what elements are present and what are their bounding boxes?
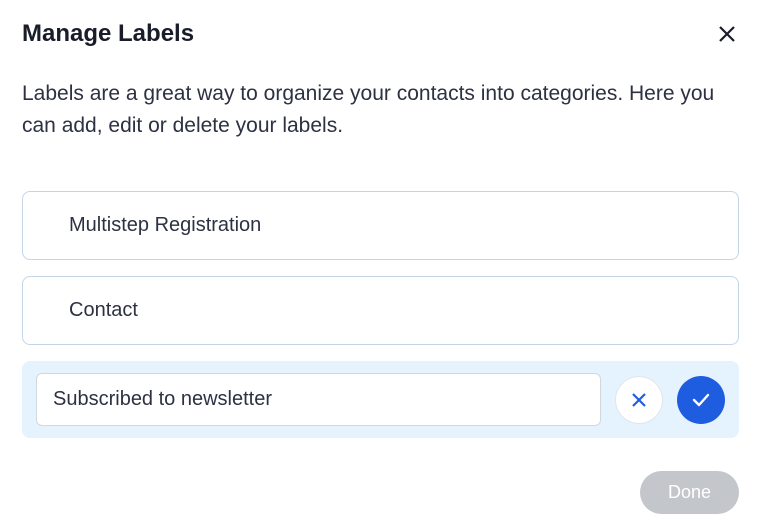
label-item[interactable]: Contact bbox=[22, 276, 739, 345]
cancel-edit-button[interactable] bbox=[615, 376, 663, 424]
labels-list: Multistep Registration Contact bbox=[22, 191, 739, 438]
done-button[interactable]: Done bbox=[640, 471, 739, 514]
x-icon bbox=[630, 391, 648, 409]
confirm-edit-button[interactable] bbox=[677, 376, 725, 424]
check-icon bbox=[692, 393, 710, 407]
close-button[interactable] bbox=[715, 22, 739, 46]
dialog-description: Labels are a great way to organize your … bbox=[22, 78, 739, 141]
label-name: Multistep Registration bbox=[69, 214, 261, 236]
label-edit-row bbox=[22, 361, 739, 438]
label-item[interactable]: Multistep Registration bbox=[22, 191, 739, 260]
close-icon bbox=[718, 25, 736, 43]
label-edit-input[interactable] bbox=[36, 373, 601, 426]
label-name: Contact bbox=[69, 299, 138, 321]
dialog-title: Manage Labels bbox=[22, 20, 194, 48]
